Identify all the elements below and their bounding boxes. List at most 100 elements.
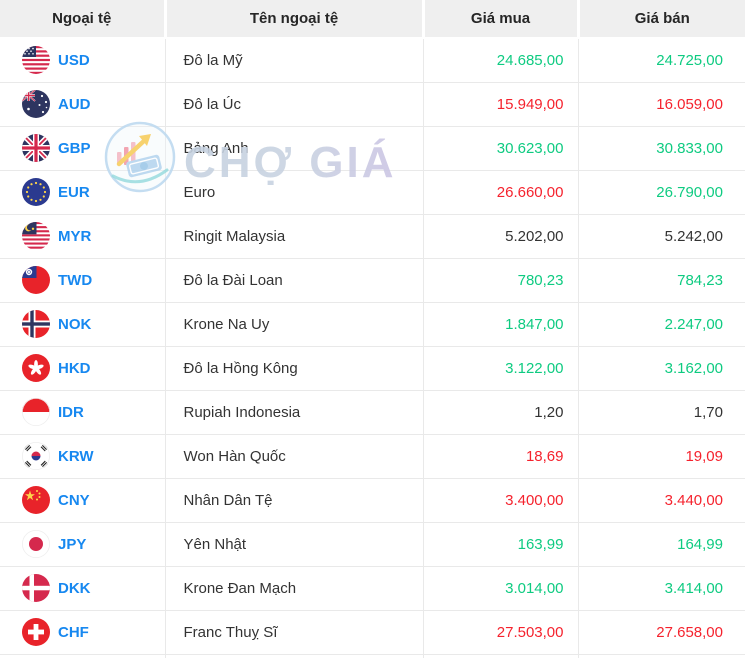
- buy-price: 3.014,00: [423, 566, 579, 611]
- table-row: MYR Ringit Malaysia 5.202,00 5.242,00: [0, 214, 745, 259]
- nok-flag-icon: [22, 310, 50, 338]
- table-row: KRW Won Hàn Quốc 18,69 19,09: [0, 434, 745, 479]
- sell-price: 1,70: [578, 390, 745, 435]
- table-row: USD Đô la Mỹ 24.685,00 24.725,00: [0, 38, 745, 83]
- dkk-flag-icon: [22, 574, 50, 602]
- currency-cell: MYR: [0, 214, 166, 259]
- currency-cell: KRW: [0, 434, 166, 479]
- table-row: CNY Nhân Dân Tệ 3.400,00 3.440,00: [0, 478, 745, 523]
- currency-cell: DKK: [0, 566, 166, 611]
- table-row: NOK Krone Na Uy 1.847,00 2.247,00: [0, 302, 745, 347]
- sell-price: 164,99: [578, 522, 745, 567]
- eur-flag-icon: [22, 178, 50, 206]
- sell-price: 30.833,00: [578, 126, 745, 171]
- currency-name: Krone Na Uy: [165, 302, 424, 347]
- sell-price: 3.440,00: [578, 478, 745, 523]
- hkd-flag-icon: [22, 354, 50, 382]
- buy-price: 26.660,00: [423, 170, 579, 215]
- currency-cell: CHF: [0, 610, 166, 655]
- sell-price: 3.162,00: [578, 346, 745, 391]
- gbp-flag-icon: [22, 134, 50, 162]
- table-row: AUD Đô la Úc 15.949,00 16.059,00: [0, 82, 745, 127]
- currency-cell: IDR: [0, 390, 166, 435]
- currency-cell: JPY: [0, 522, 166, 567]
- buy-price: 163,99: [423, 522, 579, 567]
- currency-code-link[interactable]: EUR: [58, 184, 90, 201]
- currency-cell: CNY: [0, 478, 166, 523]
- currency-code-link[interactable]: DKK: [58, 580, 91, 597]
- chf-flag-icon: [22, 618, 50, 646]
- sell-price: 26.790,00: [578, 170, 745, 215]
- sell-price: 3.414,00: [578, 566, 745, 611]
- jpy-flag-icon: [22, 530, 50, 558]
- table-row: HKD Đô la Hồng Kông 3.122,00 3.162,00: [0, 346, 745, 391]
- sell-price: 24.725,00: [578, 38, 745, 83]
- currency-cell: USD: [0, 38, 166, 83]
- sell-price: 27.658,00: [578, 610, 745, 655]
- empty-cell: [423, 654, 579, 658]
- currency-name: Won Hàn Quốc: [165, 434, 424, 479]
- table-row: CHF Franc Thuỵ Sĩ 27.503,00 27.658,00: [0, 610, 745, 655]
- buy-price: 18,69: [423, 434, 579, 479]
- buy-price: 1,20: [423, 390, 579, 435]
- currency-cell: TWD: [0, 258, 166, 303]
- krw-flag-icon: [22, 442, 50, 470]
- currency-name: Đô la Đài Loan: [165, 258, 424, 303]
- buy-price: 1.847,00: [423, 302, 579, 347]
- currency-code-link[interactable]: KRW: [58, 448, 94, 465]
- empty-cell: [578, 654, 745, 658]
- currency-name: Bảng Anh: [165, 126, 424, 171]
- currency-code-link[interactable]: GBP: [58, 140, 91, 157]
- sell-price: 5.242,00: [578, 214, 745, 259]
- buy-price: 5.202,00: [423, 214, 579, 259]
- col-header-buy-price: Giá mua: [423, 0, 580, 39]
- currency-name: Đô la Mỹ: [165, 38, 424, 83]
- buy-price: 3.122,00: [423, 346, 579, 391]
- currency-code-link[interactable]: TWD: [58, 272, 92, 289]
- currency-code-link[interactable]: JPY: [58, 536, 86, 553]
- aud-flag-icon: [22, 90, 50, 118]
- currency-name: Rupiah Indonesia: [165, 390, 424, 435]
- table-row: IDR Rupiah Indonesia 1,20 1,70: [0, 390, 745, 435]
- currency-cell: NOK: [0, 302, 166, 347]
- exchange-rate-table: Ngoại tệ Tên ngoại tệ Giá mua Giá bán US…: [0, 0, 745, 658]
- currency-name: Đô la Úc: [165, 82, 424, 127]
- sell-price: 16.059,00: [578, 82, 745, 127]
- currency-code-link[interactable]: CHF: [58, 624, 89, 641]
- table-row-partial: [0, 654, 745, 658]
- currency-cell: HKD: [0, 346, 166, 391]
- cny-flag-icon: [22, 486, 50, 514]
- col-header-currency: Ngoại tệ: [0, 0, 167, 39]
- currency-code-link[interactable]: IDR: [58, 404, 84, 421]
- usd-flag-icon: [22, 46, 50, 75]
- buy-price: 3.400,00: [423, 478, 579, 523]
- currency-name: Nhân Dân Tệ: [165, 478, 424, 523]
- currency-name: Krone Đan Mạch: [165, 566, 424, 611]
- empty-cell: [0, 654, 166, 658]
- currency-name: Ringit Malaysia: [165, 214, 424, 259]
- currency-code-link[interactable]: USD: [58, 52, 90, 69]
- currency-cell: GBP: [0, 126, 166, 171]
- sell-price: 19,09: [578, 434, 745, 479]
- buy-price: 27.503,00: [423, 610, 579, 655]
- idr-flag-icon: [22, 398, 50, 426]
- buy-price: 780,23: [423, 258, 579, 303]
- exchange-rate-page: Ngoại tệ Tên ngoại tệ Giá mua Giá bán US…: [0, 0, 745, 658]
- currency-code-link[interactable]: HKD: [58, 360, 91, 377]
- buy-price: 30.623,00: [423, 126, 579, 171]
- sell-price: 784,23: [578, 258, 745, 303]
- currency-name: Euro: [165, 170, 424, 215]
- currency-code-link[interactable]: NOK: [58, 316, 91, 333]
- currency-name: Yên Nhật: [165, 522, 424, 567]
- empty-cell: [165, 654, 424, 658]
- currency-code-link[interactable]: AUD: [58, 96, 91, 113]
- currency-name: Đô la Hồng Kông: [165, 346, 424, 391]
- buy-price: 24.685,00: [423, 38, 579, 83]
- table-row: EUR Euro 26.660,00 26.790,00: [0, 170, 745, 215]
- currency-cell: AUD: [0, 82, 166, 127]
- sell-price: 2.247,00: [578, 302, 745, 347]
- currency-code-link[interactable]: CNY: [58, 492, 90, 509]
- buy-price: 15.949,00: [423, 82, 579, 127]
- currency-code-link[interactable]: MYR: [58, 228, 91, 245]
- currency-cell: EUR: [0, 170, 166, 215]
